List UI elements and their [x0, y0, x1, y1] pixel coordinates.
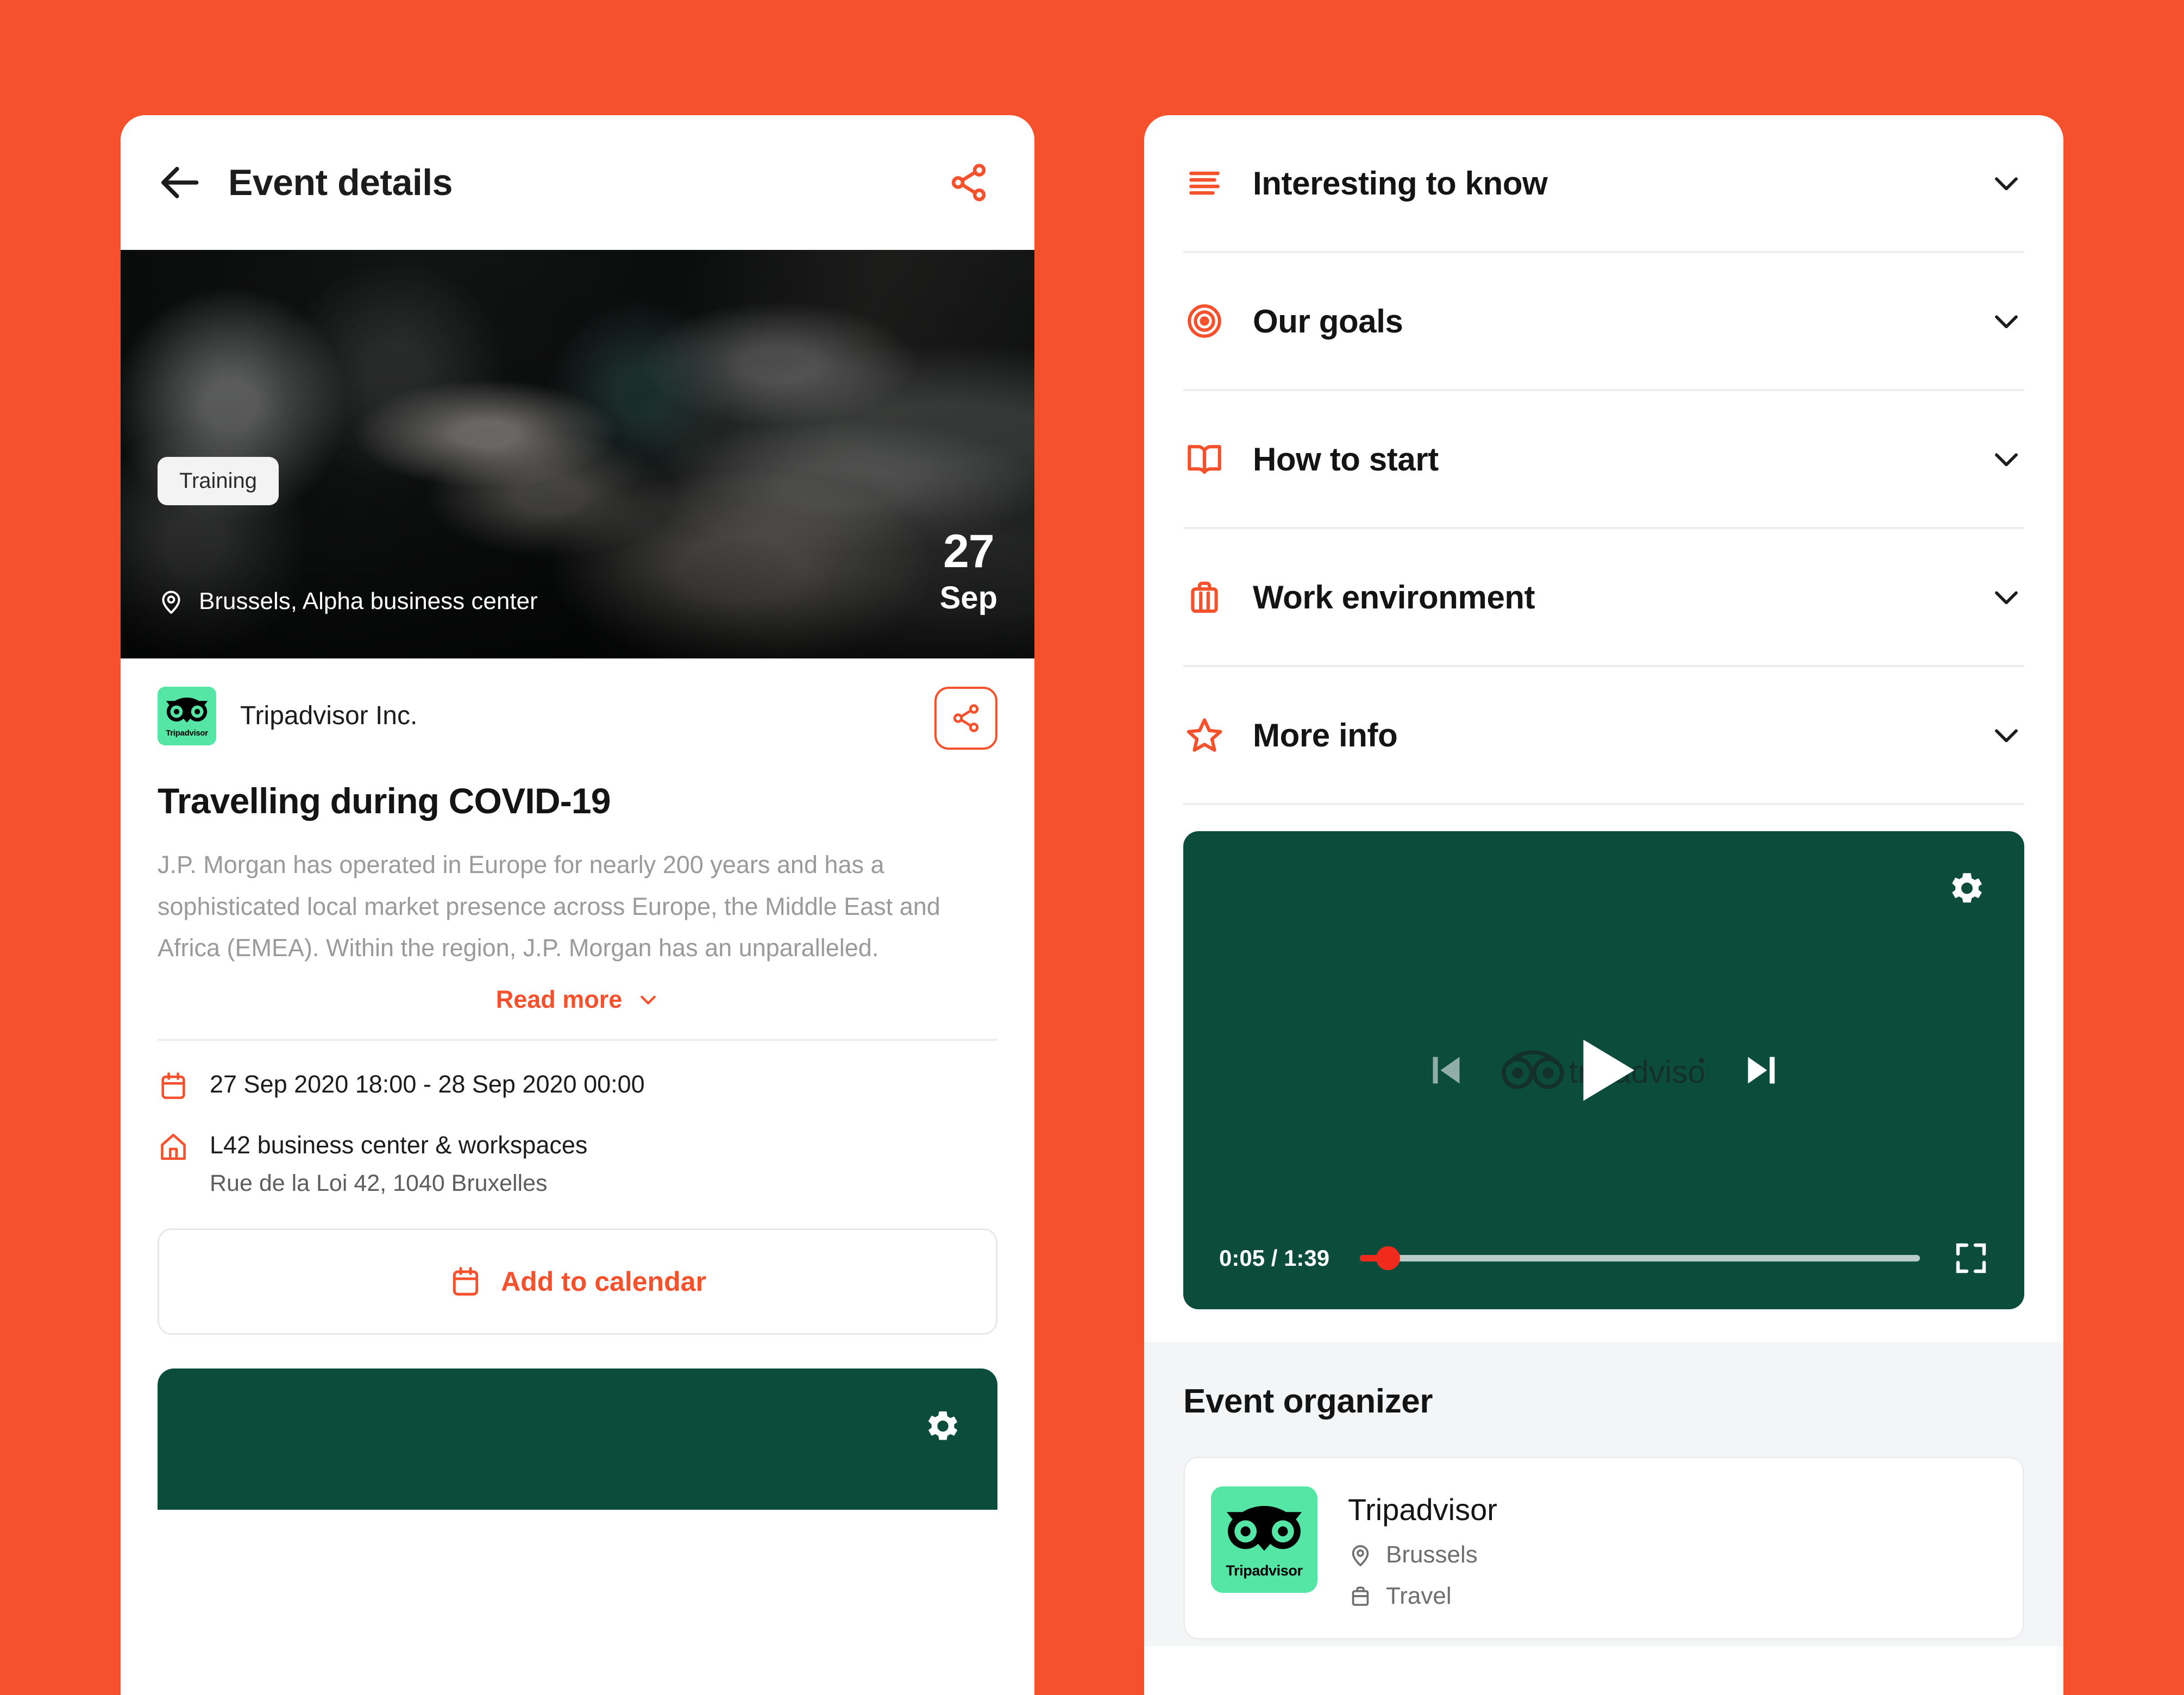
chevron-down-icon	[637, 989, 659, 1010]
hero-location-text: Brussels, Alpha business center	[199, 588, 538, 614]
fullscreen-icon[interactable]	[1954, 1241, 1988, 1276]
hero-date: 27 Sep	[940, 528, 997, 615]
event-body: Tripadvisor Tripadvisor Inc. Travelling …	[121, 658, 1034, 1510]
calendar-icon	[161, 1072, 185, 1099]
accordion-item-more-info[interactable]: More info	[1183, 667, 2024, 805]
hero-date-month: Sep	[939, 580, 997, 616]
tripadvisor-wordmark: Tripadvisor	[166, 728, 208, 738]
accordion-item-how-to-start[interactable]: How to start	[1183, 391, 2024, 529]
share-button[interactable]	[944, 158, 993, 207]
player-time-display: 0:05 / 1:39	[1219, 1245, 1330, 1271]
player-progress-bar: 0:05 / 1:39	[1183, 1241, 2024, 1276]
event-hero-image: Training Brussels, Alpha business center…	[121, 250, 1034, 658]
event-type-badge: Training	[158, 457, 279, 505]
add-to-calendar-label: Add to calendar	[501, 1266, 706, 1297]
video-player-preview[interactable]	[158, 1368, 997, 1510]
organizer-location-text: Brussels	[1386, 1541, 1478, 1568]
hero-date-day: 27	[943, 525, 995, 577]
accordion-item-our-goals[interactable]: Our goals	[1183, 253, 2024, 391]
read-more-button[interactable]: Read more	[158, 985, 997, 1014]
organizer-card[interactable]: Tripadvisor Tripadvisor Brussels Travel	[1183, 1457, 2024, 1640]
map-pin-icon	[162, 591, 180, 614]
briefcase-icon	[1352, 1586, 1369, 1606]
venue-name: L42 business center & workspaces	[210, 1131, 588, 1159]
organizer-category-text: Travel	[1386, 1583, 1452, 1609]
section-divider	[158, 1038, 997, 1041]
event-title: Travelling during COVID-19	[158, 781, 611, 821]
share-icon	[953, 704, 979, 732]
star-icon	[1183, 714, 1226, 756]
organizer-row: Tripadvisor Tripadvisor Inc.	[158, 687, 997, 750]
accordion-list: Interesting to know Our goals How to sta…	[1144, 115, 2063, 805]
tripadvisor-owl-icon	[166, 697, 208, 723]
calendar-icon	[453, 1267, 479, 1296]
event-details-card: Event details Training Brussels, Alpha b…	[121, 115, 1034, 1695]
open-book-icon	[1183, 438, 1226, 480]
page-root: Event details Training Brussels, Alpha b…	[0, 0, 2184, 1695]
gear-icon[interactable]	[1946, 868, 1986, 908]
accordion-label: More info	[1253, 717, 1398, 754]
player-seek-handle[interactable]	[1376, 1246, 1400, 1270]
page-title: Event details	[228, 162, 453, 203]
event-details-header: Event details	[121, 115, 1034, 250]
list-lines-icon	[1183, 162, 1226, 204]
share-event-button[interactable]	[934, 687, 997, 750]
play-icon[interactable]	[1563, 1029, 1645, 1111]
accordion-item-interesting-to-know[interactable]: Interesting to know	[1183, 115, 2024, 253]
accordion-item-work-environment[interactable]: Work environment	[1183, 529, 2024, 667]
chevron-down-icon[interactable]	[1988, 717, 2024, 753]
event-info-panel: Interesting to know Our goals How to sta…	[1144, 115, 2063, 1695]
home-icon	[161, 1133, 186, 1160]
tripadvisor-owl-icon	[1227, 1505, 1302, 1550]
chevron-down-icon[interactable]	[1988, 579, 2024, 615]
map-pin-icon	[1352, 1545, 1369, 1566]
accordion-label: How to start	[1253, 441, 1439, 478]
target-icon	[1183, 300, 1226, 342]
chevron-down-icon[interactable]	[1988, 303, 2024, 339]
event-description: J.P. Morgan has operated in Europe for n…	[158, 851, 940, 962]
organizer-card-category: Travel	[1348, 1583, 1497, 1610]
briefcase-icon	[1183, 576, 1226, 618]
chevron-down-icon[interactable]	[1988, 441, 2024, 477]
accordion-label: Our goals	[1253, 303, 1403, 340]
accordion-label: Interesting to know	[1253, 165, 1548, 202]
event-organizer-section: Event organizer Tripadvisor Tripadvisor	[1144, 1342, 2063, 1646]
event-organizer-heading: Event organizer	[1183, 1383, 1433, 1420]
gear-icon[interactable]	[922, 1407, 962, 1446]
organizer-name: Tripadvisor Inc.	[240, 701, 418, 730]
tripadvisor-wordmark: Tripadvisor	[1226, 1562, 1303, 1579]
share-icon	[951, 164, 986, 202]
player-seek-slider[interactable]	[1360, 1246, 1920, 1270]
skip-next-icon[interactable]	[1739, 1047, 1784, 1093]
add-to-calendar-button[interactable]: Add to calendar	[158, 1228, 997, 1335]
organizer-card-name: Tripadvisor	[1348, 1492, 1497, 1527]
event-datetime-text: 27 Sep 2020 18:00 - 28 Sep 2020 00:00	[210, 1070, 645, 1098]
chevron-down-icon[interactable]	[1988, 165, 2024, 201]
read-more-label: Read more	[495, 985, 623, 1013]
tripadvisor-logo: Tripadvisor	[1211, 1486, 1317, 1593]
venue-address: Rue de la Loi 42, 1040 Bruxelles	[210, 1170, 548, 1197]
tripadvisor-logo: Tripadvisor	[158, 687, 216, 745]
back-arrow-icon[interactable]	[158, 159, 204, 206]
skip-previous-icon[interactable]	[1423, 1047, 1469, 1093]
event-datetime-row: 27 Sep 2020 18:00 - 28 Sep 2020 00:00	[158, 1068, 997, 1102]
event-venue-row: L42 business center & workspaces Rue de …	[158, 1129, 997, 1197]
hero-location: Brussels, Alpha business center	[158, 588, 538, 615]
organizer-card-location: Brussels	[1348, 1541, 1497, 1568]
video-player[interactable]: tripadvisor 0:05 / 1:39	[1183, 831, 2024, 1309]
accordion-label: Work environment	[1253, 579, 1535, 616]
